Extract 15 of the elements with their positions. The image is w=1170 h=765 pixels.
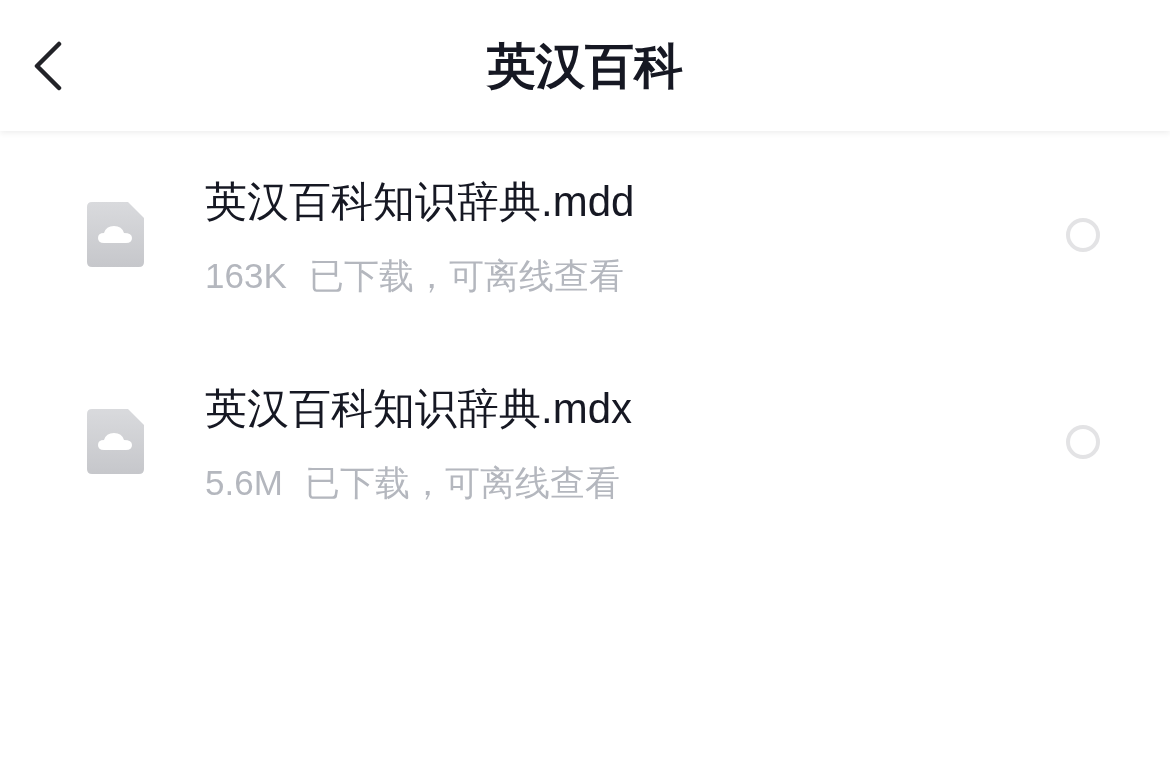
file-row[interactable]: 英汉百科知识辞典.mdd 163K 已下载，可离线查看 <box>0 131 1170 338</box>
file-row[interactable]: 英汉百科知识辞典.mdx 5.6M 已下载，可离线查看 <box>0 338 1170 545</box>
page-title: 英汉百科 <box>487 37 683 95</box>
radio-unchecked-icon[interactable] <box>1066 424 1100 459</box>
file-size: 5.6M <box>205 461 283 504</box>
file-name: 英汉百科知识辞典.mdd <box>205 177 635 226</box>
download-status: 已下载，可离线查看 <box>308 254 624 297</box>
download-status: 已下载，可离线查看 <box>304 461 620 504</box>
radio-unchecked-icon[interactable] <box>1066 217 1100 252</box>
back-button[interactable] <box>34 40 62 91</box>
cloud-file-icon <box>87 202 144 267</box>
file-size: 163K <box>205 254 287 297</box>
file-name: 英汉百科知识辞典.mdx <box>205 384 632 433</box>
cloud-file-icon <box>87 409 144 474</box>
back-chevron-icon <box>34 40 62 91</box>
